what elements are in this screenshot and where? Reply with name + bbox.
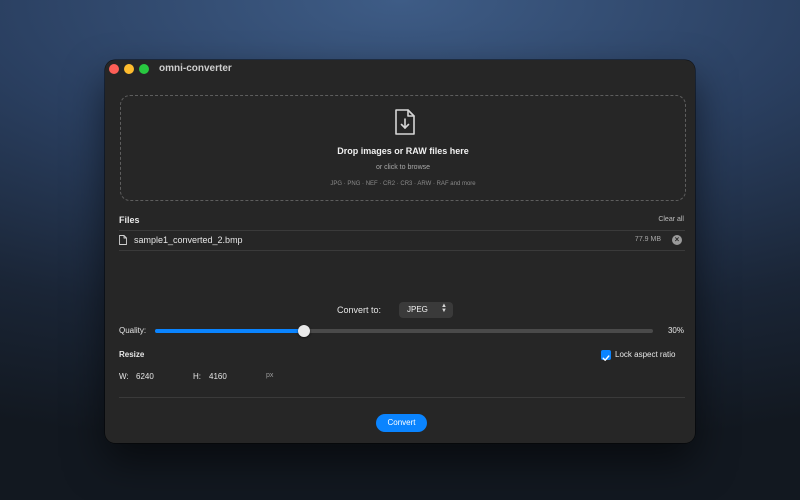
height-field[interactable]: 4160 <box>209 370 253 382</box>
file-size: 77.9 MB <box>634 236 661 243</box>
file-list-item[interactable]: sample1_converted_2.bmp 77.9 MB × <box>119 231 685 249</box>
height-label: H: <box>193 372 201 381</box>
lock-aspect-checkbox[interactable] <box>601 350 611 361</box>
format-select-value: JPEG <box>407 305 428 314</box>
close-window-button[interactable] <box>109 64 119 74</box>
convert-button[interactable]: Convert <box>376 414 427 432</box>
width-label: W: <box>119 372 129 381</box>
dropzone-formats: JPG · PNG · NEF · CR2 · CR3 · ARW · RAF … <box>330 181 476 187</box>
files-divider-bottom <box>119 250 685 251</box>
lock-aspect-label: Lock aspect ratio <box>615 350 676 359</box>
file-name: sample1_converted_2.bmp <box>134 235 243 245</box>
minimize-window-button[interactable] <box>124 64 134 74</box>
window-title: omni-converter <box>159 63 232 74</box>
checkmark-icon <box>602 355 610 361</box>
file-drop-zone[interactable]: Drop images or RAW files here or click t… <box>120 95 686 201</box>
actions-divider <box>119 397 685 398</box>
close-circle-icon[interactable]: × <box>672 235 682 245</box>
dropzone-title: Drop images or RAW files here <box>337 146 469 156</box>
files-heading: Files <box>119 215 140 225</box>
app-window: omni-converter Drop images or RAW files … <box>105 60 695 443</box>
quality-slider[interactable] <box>155 325 653 337</box>
quality-slider-thumb[interactable] <box>298 325 311 337</box>
dropzone-subtitle: or click to browse <box>375 164 431 171</box>
quality-value: 30% <box>667 326 684 335</box>
convert-to-label: Convert to: <box>337 305 382 315</box>
clear-all-button[interactable]: Clear all <box>658 216 684 223</box>
width-field[interactable]: 6240 <box>136 370 180 382</box>
title-bar: omni-converter <box>105 60 695 80</box>
unit-label: px <box>266 372 274 379</box>
format-select[interactable]: JPEG ▲ ▼ <box>399 302 453 318</box>
quality-slider-fill <box>155 329 305 333</box>
file-download-icon <box>395 109 415 135</box>
chevron-updown-icon: ▲ ▼ <box>441 303 447 314</box>
resize-heading: Resize <box>119 350 145 359</box>
quality-label: Quality: <box>119 326 147 335</box>
file-icon <box>119 235 127 245</box>
zoom-window-button[interactable] <box>139 64 149 74</box>
